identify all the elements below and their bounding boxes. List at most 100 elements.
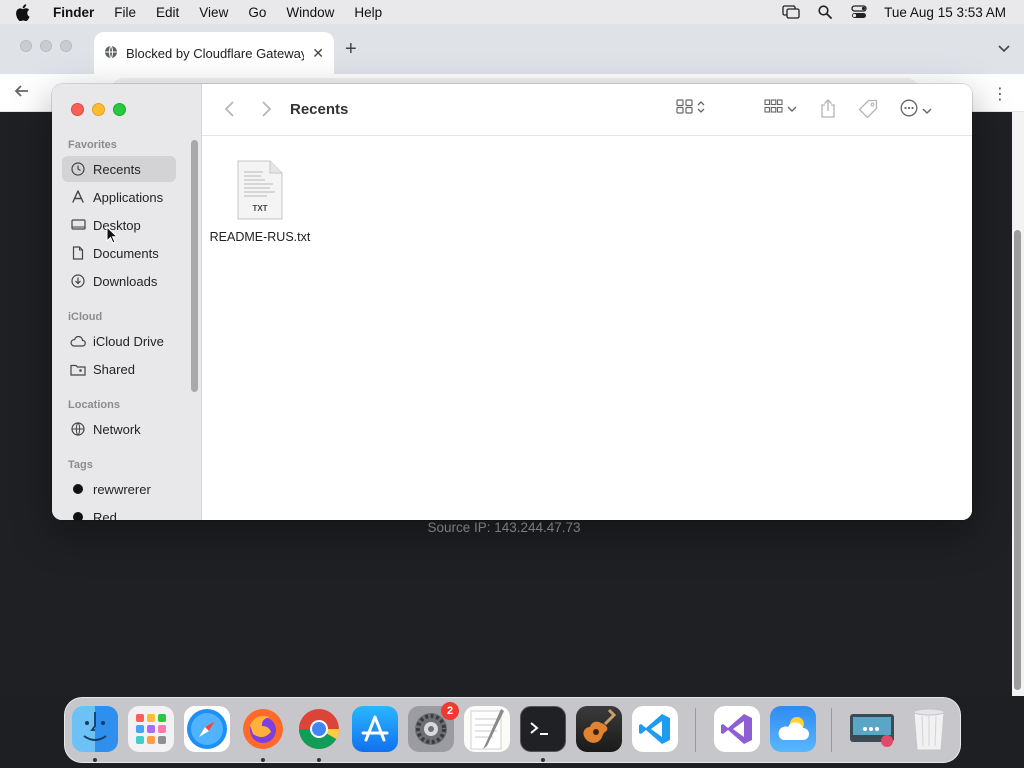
share-button[interactable] <box>820 99 836 123</box>
dock-app-app-store[interactable] <box>352 706 398 752</box>
sidebar-section-icloud: iCloud <box>68 311 103 323</box>
shared-folder-icon <box>70 361 86 377</box>
sidebar-item-label: rewwrerer <box>93 481 151 497</box>
browser-close-button[interactable] <box>20 40 32 52</box>
control-center-icon[interactable] <box>842 5 876 19</box>
dock-app-textedit[interactable] <box>464 706 510 752</box>
sidebar-item-applications[interactable]: Applications <box>62 184 176 210</box>
menu-file[interactable]: File <box>104 5 146 20</box>
notification-badge: 2 <box>441 702 459 720</box>
menu-help[interactable]: Help <box>344 5 392 20</box>
tag-color-dot <box>73 512 83 520</box>
browser-minimize-button[interactable] <box>40 40 52 52</box>
dock-app-chrome[interactable] <box>296 706 342 752</box>
group-by-button[interactable] <box>764 99 797 118</box>
download-icon <box>70 273 86 289</box>
sidebar-item-network[interactable]: Network <box>62 416 176 442</box>
close-tab-icon[interactable]: ✕ <box>312 45 324 62</box>
minimize-window-button[interactable] <box>92 103 105 116</box>
sidebar-item-desktop[interactable]: Desktop <box>62 212 176 238</box>
browser-zoom-button[interactable] <box>60 40 72 52</box>
dock-app-safari[interactable] <box>184 706 230 752</box>
more-menu-icon[interactable]: ⋮ <box>992 84 1008 104</box>
guitar-icon <box>583 708 617 743</box>
dock-app-screen-sharing[interactable] <box>849 706 895 752</box>
finder-face-icon <box>83 712 107 741</box>
dock-app-finder[interactable] <box>72 706 118 752</box>
sidebar-item-recents[interactable]: Recents <box>62 156 176 182</box>
sidebar-item-label: Downloads <box>93 273 158 289</box>
sidebar-item-icloud-drive[interactable]: iCloud Drive <box>62 328 176 354</box>
firefox-icon <box>243 709 283 749</box>
textedit-pen-icon <box>470 709 504 750</box>
sidebar-item-label: Shared <box>93 361 135 377</box>
browser-window-controls <box>20 40 72 52</box>
dock-app-garageband[interactable] <box>576 706 622 752</box>
finder-window: Favorites Recents Applications Desktop D… <box>52 84 972 520</box>
running-indicator <box>317 758 321 762</box>
sidebar-item-label: Documents <box>93 245 159 261</box>
desktop-icon <box>70 217 86 233</box>
zoom-window-button[interactable] <box>113 103 126 116</box>
dock-app-vscode[interactable] <box>632 706 678 752</box>
sidebar-scrollbar[interactable] <box>191 140 198 392</box>
menu-edit[interactable]: Edit <box>146 5 189 20</box>
sidebar-item-documents[interactable]: Documents <box>62 240 176 266</box>
browser-scrollbar-thumb[interactable] <box>1014 230 1021 690</box>
back-chevron-icon[interactable] <box>224 100 236 123</box>
view-mode-button[interactable] <box>676 99 705 119</box>
tags-button[interactable] <box>858 99 878 124</box>
chevron-down-icon <box>787 100 797 118</box>
menu-app-finder[interactable]: Finder <box>44 5 104 20</box>
screen-mirroring-icon[interactable] <box>774 5 808 19</box>
sidebar-item-shared[interactable]: Shared <box>62 356 176 382</box>
back-arrow-icon[interactable] <box>12 81 32 106</box>
browser-tab[interactable]: Blocked by Cloudflare Gateway ✕ <box>94 32 334 74</box>
dock: 2 <box>64 697 961 763</box>
running-indicator <box>261 758 265 762</box>
text-file-icon: TXT <box>237 160 283 220</box>
sidebar-item-downloads[interactable]: Downloads <box>62 268 176 294</box>
menu-bar-clock[interactable]: Tue Aug 15 3:53 AM <box>884 5 1006 20</box>
chevron-down-icon <box>922 102 932 120</box>
menu-go[interactable]: Go <box>238 5 276 20</box>
sidebar-item-label: Red <box>93 509 117 521</box>
file-item[interactable]: TXT README-RUS.txt <box>208 160 312 244</box>
sidebar-item-tag-rewwrerer[interactable]: rewwrerer <box>62 476 176 502</box>
sidebar-item-tag-red[interactable]: Red <box>62 504 176 520</box>
sidebar-item-label: Recents <box>93 161 141 177</box>
sidebar-section-tags: Tags <box>68 459 93 471</box>
dock-app-visual-studio[interactable] <box>714 706 760 752</box>
dock-app-launchpad[interactable] <box>128 706 174 752</box>
apple-menu-icon[interactable] <box>0 3 44 21</box>
dock-app-weather[interactable] <box>770 706 816 752</box>
close-window-button[interactable] <box>71 103 84 116</box>
dock-app-terminal[interactable] <box>520 706 566 752</box>
menu-view[interactable]: View <box>189 5 238 20</box>
visual-studio-icon <box>721 714 752 744</box>
finder-sidebar: Favorites Recents Applications Desktop D… <box>52 84 202 520</box>
sidebar-section-locations: Locations <box>68 399 120 411</box>
browser-tab-strip: Blocked by Cloudflare Gateway ✕ + <box>0 24 1024 74</box>
finder-window-controls <box>71 103 126 116</box>
forward-chevron-icon[interactable] <box>260 100 272 123</box>
source-ip-text: Source IP: 143.244.47.73 <box>427 520 581 535</box>
cloud-icon <box>70 333 86 349</box>
browser-scrollbar[interactable] <box>1012 112 1024 696</box>
clock-icon <box>70 161 86 177</box>
menu-window[interactable]: Window <box>276 5 344 20</box>
tag-color-dot <box>73 484 83 494</box>
dock-app-trash[interactable] <box>906 706 952 752</box>
globe-icon <box>104 45 118 62</box>
new-tab-button[interactable]: + <box>345 38 357 61</box>
menu-bar: Finder File Edit View Go Window Help Tue… <box>0 0 1024 24</box>
screen-sharing-icon <box>850 714 894 747</box>
group-grid-icon <box>764 99 783 118</box>
chevron-down-icon[interactable] <box>998 40 1010 58</box>
trash-icon <box>913 708 945 751</box>
spotlight-search-icon[interactable] <box>808 5 842 19</box>
document-icon <box>70 245 86 261</box>
dock-app-firefox[interactable] <box>240 706 286 752</box>
more-actions-button[interactable] <box>900 99 932 122</box>
icon-grid-icon <box>676 99 693 119</box>
